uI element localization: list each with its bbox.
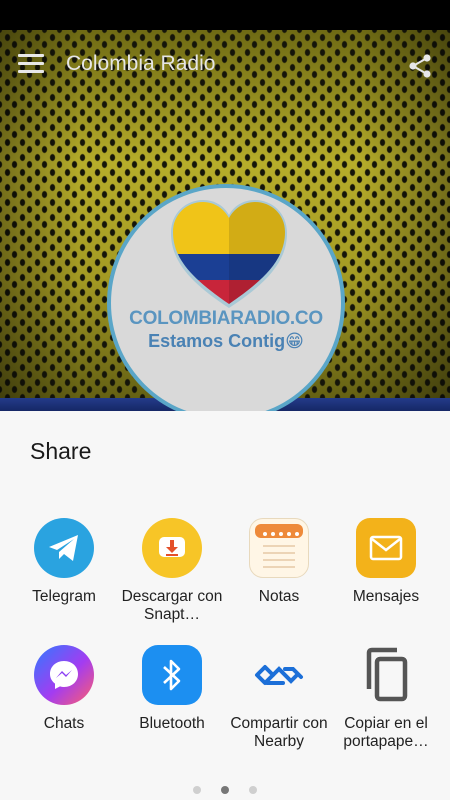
- share-target-nearby[interactable]: Compartir con Nearby: [223, 645, 335, 751]
- share-target-snaptube[interactable]: Descargar con Snapt…: [116, 518, 228, 624]
- telegram-icon: [34, 518, 94, 578]
- nearby-share-icon: [249, 645, 309, 705]
- pager-dot[interactable]: [249, 786, 258, 794]
- messenger-icon: [34, 645, 94, 705]
- toolbar: Colombia Radio: [0, 30, 450, 100]
- app-background: Colombia Radio COLOMBIARADIO.CO Estamos …: [0, 30, 450, 412]
- logo-site-text: COLOMBIARADIO.CO: [129, 308, 323, 329]
- app-title: Colombia Radio: [66, 52, 216, 75]
- share-pager: [0, 781, 450, 799]
- share-target-bluetooth[interactable]: Bluetooth: [116, 645, 228, 733]
- share-target-telegram[interactable]: Telegram: [8, 518, 120, 606]
- share-target-copy[interactable]: Copiar en el portapape…: [330, 645, 442, 751]
- colombia-heart-icon: [171, 200, 287, 308]
- copy-icon: [356, 645, 416, 705]
- share-target-label: Compartir con Nearby: [230, 715, 328, 750]
- notes-icon: [249, 518, 309, 578]
- snaptube-download-icon: [142, 518, 202, 578]
- station-logo: COLOMBIARADIO.CO Estamos Contig😁: [107, 184, 345, 412]
- pager-dot[interactable]: [192, 786, 201, 794]
- share-target-notas[interactable]: Notas: [223, 518, 335, 606]
- status-bar: [0, 0, 450, 30]
- messages-icon: [356, 518, 416, 578]
- share-target-label: Chats: [43, 715, 85, 732]
- pager-dot-active[interactable]: [221, 786, 229, 794]
- share-sheet: Share Telegram Descargar con Snapt… Nota…: [0, 411, 450, 800]
- share-target-label: Mensajes: [352, 588, 420, 605]
- share-target-label: Notas: [258, 588, 300, 605]
- share-target-mensajes[interactable]: Mensajes: [330, 518, 442, 606]
- share-target-label: Telegram: [32, 588, 96, 605]
- hamburger-menu-icon[interactable]: [18, 54, 44, 76]
- share-target-label: Descargar con Snapt…: [121, 588, 223, 623]
- share-sheet-title: Share: [30, 438, 92, 464]
- bluetooth-icon: [142, 645, 202, 705]
- share-target-label: Bluetooth: [139, 715, 205, 732]
- share-icon[interactable]: [406, 52, 434, 80]
- logo-slogan-text: Estamos Contig😁: [148, 331, 304, 351]
- share-target-label: Copiar en el portapape…: [343, 715, 429, 750]
- share-target-chats[interactable]: Chats: [8, 645, 120, 733]
